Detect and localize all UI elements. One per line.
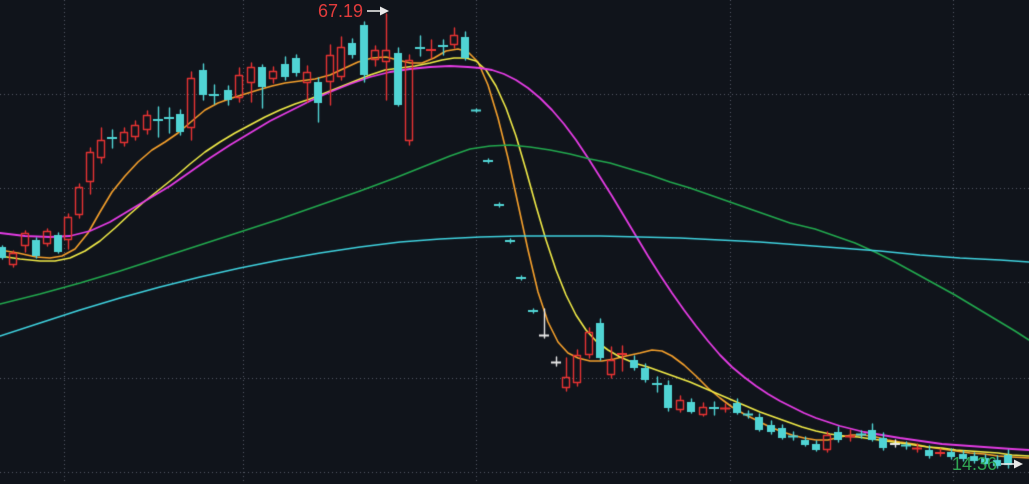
candlestick-chart-canvas[interactable] (0, 0, 1029, 484)
kline-chart: 67.19 14.36 (0, 0, 1029, 484)
